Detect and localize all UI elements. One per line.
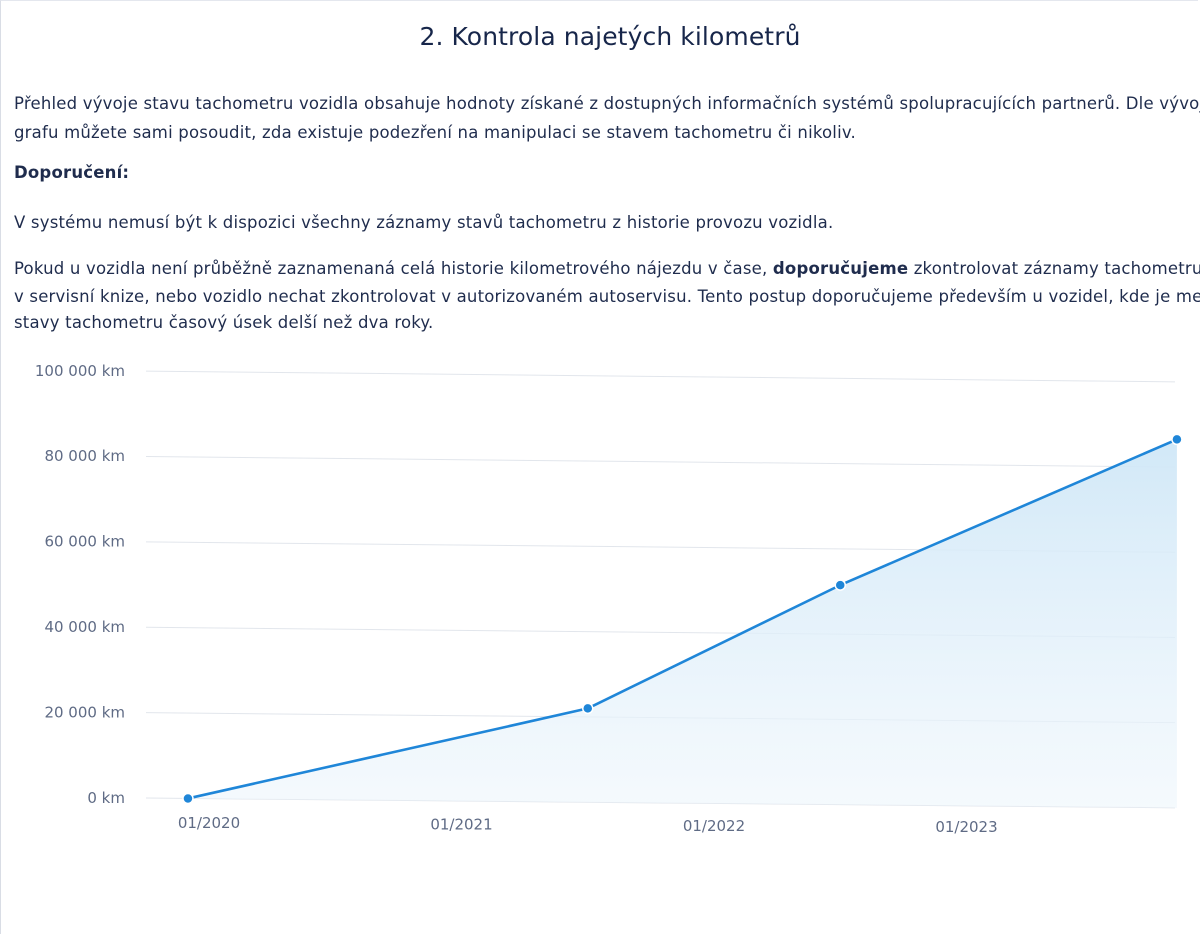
y-tick-label: 20 000 km [44, 703, 125, 721]
data-point [1171, 433, 1183, 446]
y-tick-label: 80 000 km [44, 447, 125, 465]
x-tick-label: 01/2023 [935, 818, 997, 836]
mileage-area [187, 439, 1177, 808]
advice-text-end: zkontrolovat záznamy tachometru také [913, 259, 1200, 278]
y-axis: 0 km 20 000 km 40 000 km 60 000 km 80 000 km… [35, 362, 125, 807]
advice-text-line-3: stavy tachometru časový úsek delší než d… [14, 313, 434, 332]
y-tick-label: 0 km [87, 789, 125, 807]
x-tick-label: 01/2020 [178, 814, 240, 832]
advice-text-line-1: Pokud u vozidla není průběžně zaznamenan… [14, 256, 1200, 282]
data-point [182, 792, 194, 805]
y-tick-label: 100 000 km [35, 362, 125, 380]
recommendation-label: Doporučení: [14, 163, 130, 182]
advice-emphasis: doporučujeme [772, 259, 909, 278]
note-text: V systému nemusí být k dispozici všechny… [14, 213, 834, 232]
intro-text-line-1: Přehled vývoje stavu tachometru vozidla … [14, 94, 1200, 113]
y-tick-label: 60 000 km [44, 533, 125, 551]
x-tick-label: 01/2021 [430, 815, 492, 833]
data-point [582, 702, 594, 715]
gridline [145, 370, 1176, 383]
x-tick-label: 01/2022 [683, 817, 745, 835]
section-title: 2. Kontrola najetých kilometrů [419, 22, 801, 51]
advice-text-line-2: v servisní knize, nebo vozidlo nechat zk… [14, 287, 1200, 306]
odometer-chart: 0 km 20 000 km 40 000 km 60 000 km 80 000 km… [35, 362, 1183, 836]
y-tick-label: 40 000 km [44, 618, 125, 636]
advice-text-start: Pokud u vozidla není průběžně zaznamenan… [14, 259, 773, 278]
intro-text-line-2: grafu můžete sami posoudit, zda existuje… [14, 123, 857, 142]
data-point [834, 579, 846, 591]
gridline [145, 455, 1176, 468]
x-axis: 01/2020 01/2021 01/2022 01/2023 [178, 814, 998, 836]
